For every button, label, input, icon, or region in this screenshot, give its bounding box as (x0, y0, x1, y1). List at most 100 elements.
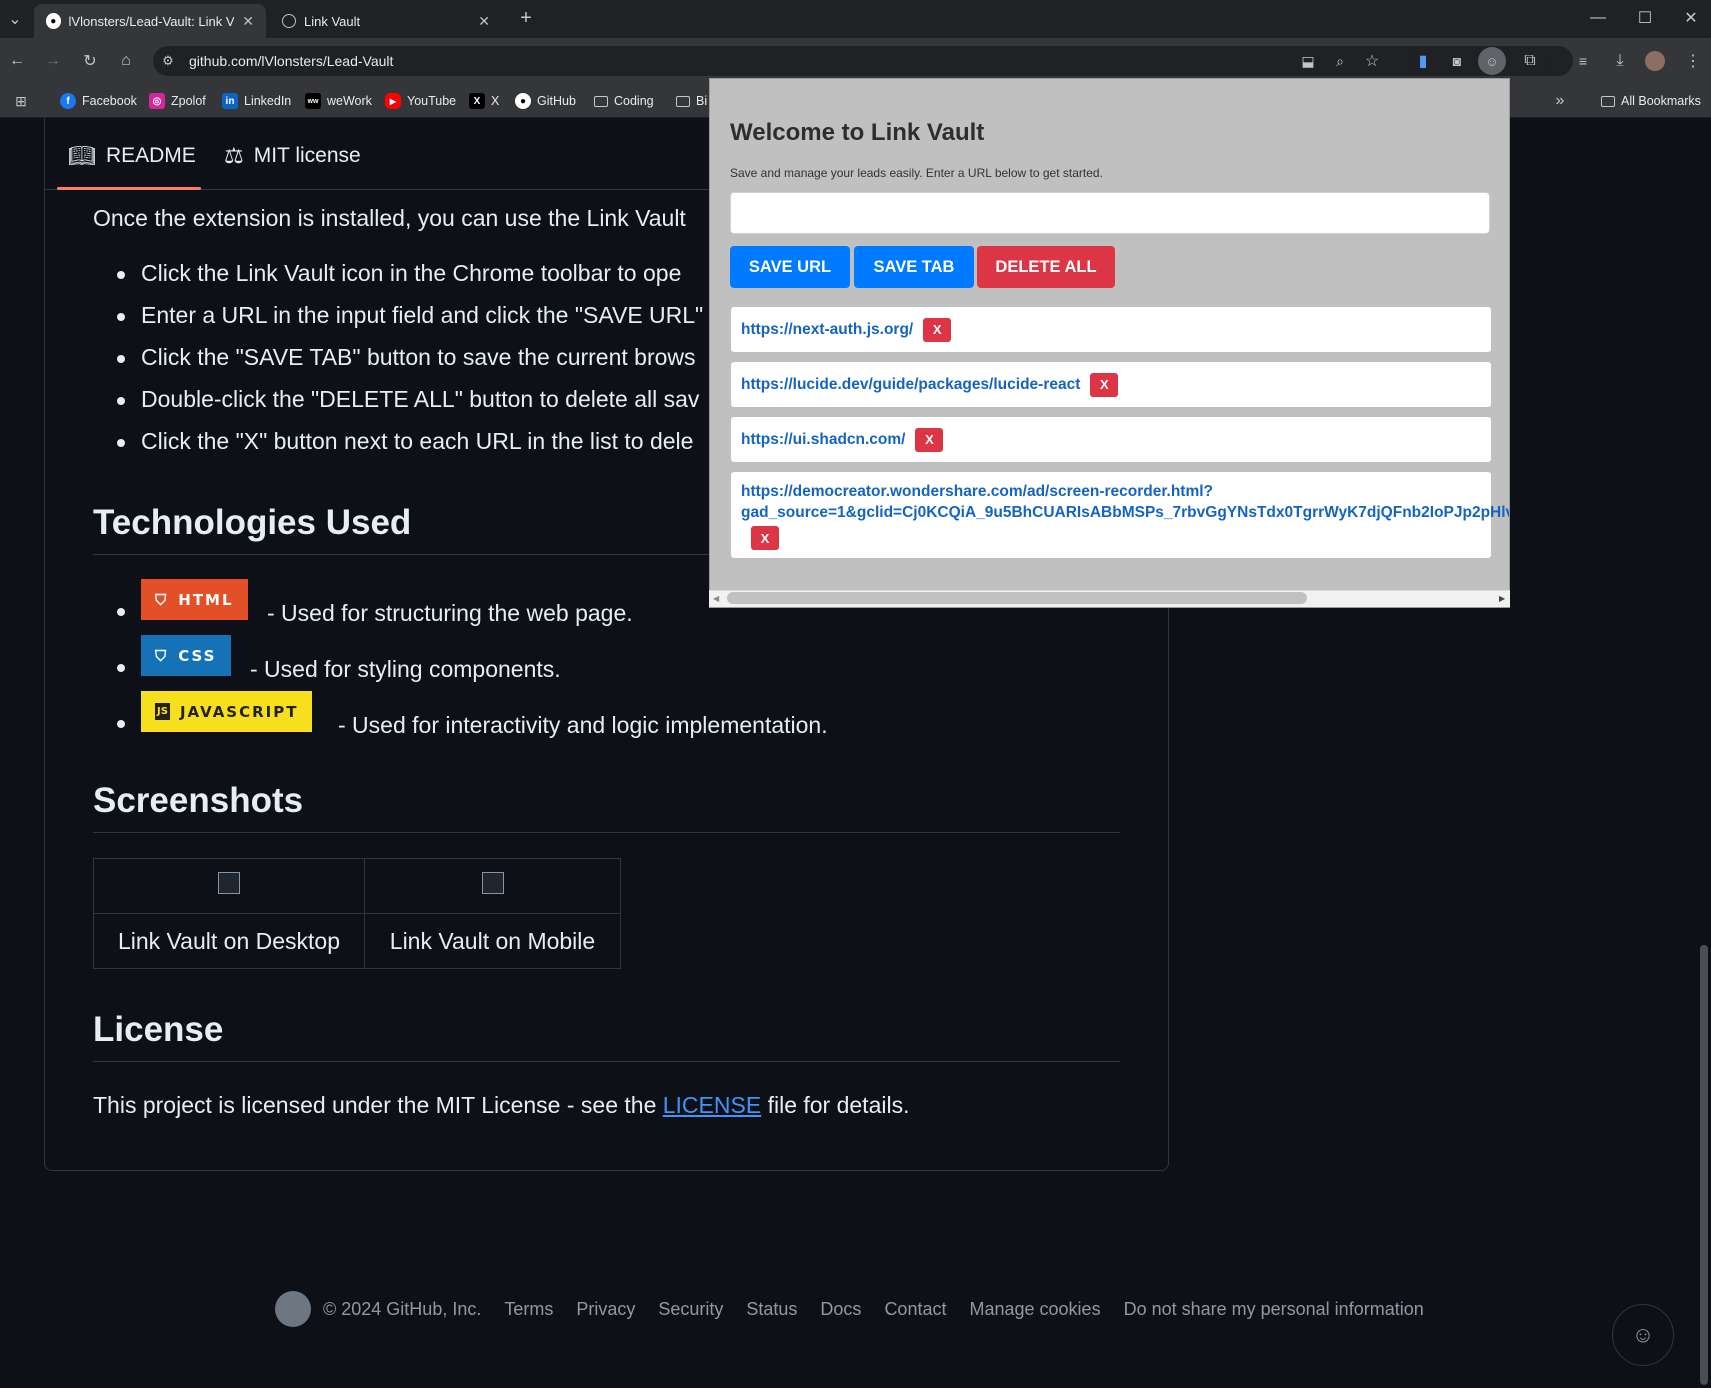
tab-link-vault[interactable]: Link Vault ✕ (270, 4, 502, 38)
install-app-icon[interactable]: ⬓ (1295, 48, 1321, 74)
home-icon[interactable]: ⌂ (113, 48, 139, 74)
broken-image-icon (218, 872, 240, 894)
instagram-icon: ◎ (149, 93, 165, 109)
extension-icon[interactable]: ▮ (1410, 48, 1436, 74)
footer-link[interactable]: Terms (504, 1299, 553, 1320)
footer-link[interactable]: Privacy (576, 1299, 635, 1320)
delete-url-button[interactable]: X (1090, 372, 1119, 397)
tab-readme[interactable]: 📖︎ README (68, 138, 196, 174)
scroll-left-icon[interactable]: ◀ (713, 594, 719, 603)
reading-list-icon[interactable]: ≡ (1570, 48, 1596, 74)
saved-url-link[interactable]: https://lucide.dev/guide/packages/lucide… (741, 376, 1080, 394)
new-tab-icon[interactable]: + (513, 5, 539, 31)
page-scrollbar-thumb[interactable] (1700, 945, 1708, 1385)
footer-link[interactable]: Security (658, 1299, 723, 1320)
saved-url-link[interactable]: https://ui.shadcn.com/ (741, 431, 905, 449)
screenshot-cell (364, 858, 621, 914)
bullet (117, 397, 125, 405)
license-link[interactable]: LICENSE (663, 1092, 761, 1118)
popup-scrollbar-thumb[interactable] (727, 592, 1307, 604)
screenshots-heading: Screenshots (93, 781, 304, 820)
tech-description: - Used for interactivity and logic imple… (338, 712, 828, 738)
delete-url-button[interactable]: X (915, 427, 944, 452)
close-icon[interactable]: ✕ (242, 13, 254, 30)
footer-link[interactable]: Contact (884, 1299, 946, 1320)
apps-icon[interactable]: ⊞ (8, 88, 34, 114)
folder-icon (594, 95, 608, 107)
reload-icon[interactable]: ↻ (77, 48, 103, 74)
bullet (117, 313, 125, 321)
heading-divider (93, 1061, 1120, 1062)
github-logo-icon[interactable] (275, 1291, 311, 1327)
footer-link[interactable]: Status (746, 1299, 797, 1320)
bookmark-star-icon[interactable]: ☆ (1359, 48, 1385, 74)
more-bookmarks-icon[interactable]: » (1547, 88, 1573, 114)
tech-description: - Used for styling components. (250, 656, 561, 682)
window-close-icon[interactable]: ✕ (1678, 5, 1704, 31)
facebook-icon: f (60, 93, 76, 109)
site-info-icon[interactable]: ⚙ (155, 48, 181, 74)
tech-heading: Technologies Used (93, 503, 412, 542)
saved-url-link[interactable]: https://next-auth.js.org/ (741, 321, 913, 339)
tech-description: - Used for structuring the web page. (267, 600, 633, 626)
camera-icon[interactable]: ◙ (1444, 48, 1470, 74)
active-tab-indicator (57, 187, 201, 190)
screenshot-cell (93, 858, 365, 914)
bookmark-coding[interactable]: Coding (594, 84, 654, 118)
book-icon: 📖︎ (68, 143, 96, 168)
usage-item: Click the "SAVE TAB" button to save the … (141, 344, 696, 370)
maximize-icon[interactable]: ☐ (1632, 5, 1658, 31)
zoom-icon[interactable]: ⌕ (1327, 48, 1353, 74)
footer-link[interactable]: Docs (820, 1299, 861, 1320)
download-icon[interactable]: ⤓ (1607, 48, 1633, 74)
all-bookmarks[interactable]: All Bookmarks (1601, 84, 1701, 118)
url-input[interactable] (730, 192, 1490, 234)
delete-all-button[interactable]: DELETE ALL (977, 246, 1115, 288)
back-icon[interactable]: ← (4, 48, 30, 74)
close-icon[interactable]: ✕ (478, 13, 490, 30)
footer-link[interactable]: Do not share my personal information (1124, 1299, 1424, 1320)
copilot-icon[interactable]: ☺ (1612, 1304, 1674, 1366)
license-text: This project is licensed under the MIT L… (93, 1092, 910, 1118)
bullet (117, 439, 125, 447)
wework-icon: ww (305, 93, 321, 109)
scale-icon: ⚖ (224, 143, 244, 168)
bookmark-linkedin[interactable]: in LinkedIn (222, 84, 291, 118)
bookmark-youtube[interactable]: ▶ YouTube (385, 84, 456, 118)
saved-url-link[interactable]: https://democreator.wondershare.com/ad/s… (741, 483, 1213, 501)
profile-avatar[interactable] (1645, 51, 1665, 71)
tab-mit-license[interactable]: ⚖ MIT license (224, 138, 361, 174)
forward-icon[interactable]: → (40, 48, 66, 74)
bullet (117, 271, 125, 279)
broken-image-icon (481, 872, 504, 894)
globe-icon (282, 14, 296, 28)
tab-search-icon[interactable]: ⌄ (2, 6, 28, 32)
saved-url-link-continued[interactable]: gad_source=1&gclid=Cj0KCQiA_9u5BhCUARIsA… (741, 504, 1509, 522)
bookmark-x[interactable]: XX (469, 84, 499, 118)
bullet (117, 355, 125, 363)
scroll-right-icon[interactable]: ▶ (1499, 594, 1505, 603)
save-url-button[interactable]: SAVE URL (730, 246, 850, 288)
screenshot-caption: Link Vault on Mobile (364, 913, 621, 969)
menu-icon[interactable]: ⋮ (1680, 48, 1706, 74)
bookmark-zpolof[interactable]: ◎ Zpolof (149, 84, 206, 118)
delete-url-button[interactable]: X (751, 526, 779, 550)
bookmark-github[interactable]: ● GitHub (515, 84, 576, 118)
bookmark-bi[interactable]: Bi (676, 84, 707, 118)
bookmark-wework[interactable]: ww weWork (305, 84, 372, 118)
footer-link[interactable]: Manage cookies (969, 1299, 1100, 1320)
puzzle-icon[interactable]: ⧉ (1517, 48, 1543, 74)
delete-url-button[interactable]: X (923, 317, 952, 342)
save-tab-button[interactable]: SAVE TAB (854, 246, 974, 288)
bookmark-facebook[interactable]: f Facebook (60, 84, 137, 118)
link-vault-extension-icon[interactable]: ☺ (1478, 47, 1506, 75)
heading-divider (93, 832, 1120, 833)
saved-url-item: https://democreator.wondershare.com/ad/s… (731, 472, 1509, 558)
url-text[interactable]: github.com/lVlonsters/Lead-Vault (189, 53, 393, 69)
js-icon: JS (155, 703, 170, 720)
linkedin-icon: in (222, 93, 238, 109)
minimize-icon[interactable]: — (1585, 5, 1611, 31)
saved-url-item: https://ui.shadcn.com/ X (731, 417, 1491, 462)
link-vault-popup: Welcome to Link Vault Save and manage yo… (709, 78, 1510, 608)
tab-github[interactable]: ● lVlonsters/Lead-Vault: Link Vaul ✕ (34, 4, 266, 38)
